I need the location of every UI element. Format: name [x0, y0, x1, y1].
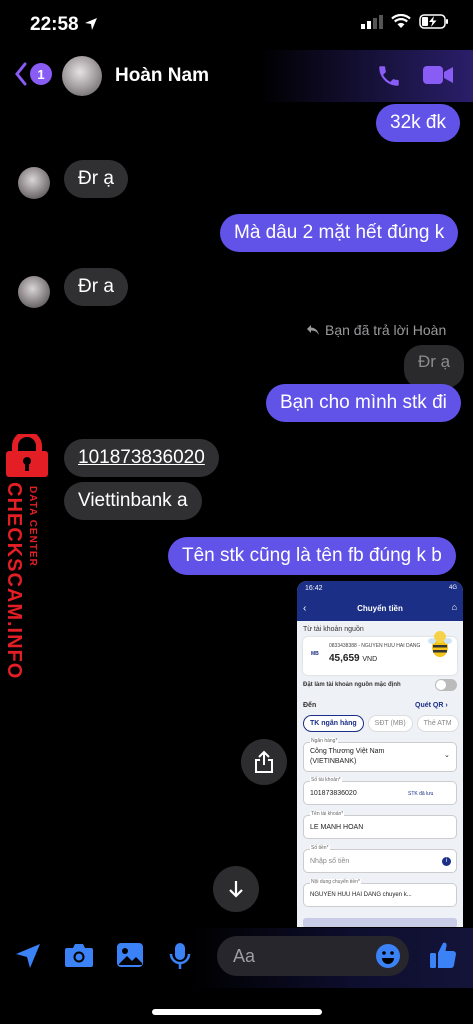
bank-code: (VIETINBANK) — [310, 758, 357, 765]
transfer-note-value: NGUYEN HUU HAI DANG chuyen k... — [310, 892, 412, 898]
sender-avatar[interactable] — [18, 167, 50, 199]
phone-icon — [379, 66, 399, 86]
account-number-value: 101873836020 — [310, 790, 357, 797]
scroll-to-bottom-button[interactable] — [213, 866, 259, 912]
message-incoming[interactable]: Đr ạ — [64, 160, 128, 198]
amount-placeholder: Nhập số tiền — [310, 858, 350, 865]
share-button[interactable] — [241, 739, 287, 785]
padlock-icon — [6, 431, 48, 477]
tab-atm-card: Thẻ ATM — [416, 715, 459, 732]
image-icon — [117, 943, 143, 967]
currency: VND — [362, 656, 378, 663]
message-incoming[interactable]: Đr a — [64, 268, 128, 306]
padlock-logo — [4, 431, 50, 483]
microphone-icon — [169, 943, 191, 969]
mb-bank-logo: MB — [311, 651, 319, 657]
status-bar: 22:58 — [0, 0, 473, 50]
video-call-button[interactable] — [422, 64, 454, 91]
name-field-label: Tên tài khoản* — [310, 811, 345, 817]
unread-badge: 1 — [30, 63, 52, 85]
contact-avatar[interactable] — [62, 56, 102, 96]
bank-field: Ngân hàng* Công Thương Việt Nam (VIETINB… — [303, 738, 457, 772]
account-name-value: LE MANH HOAN — [310, 824, 364, 831]
voice-button[interactable] — [168, 942, 192, 975]
battery-charging-icon — [419, 14, 448, 29]
bank-home-icon: ⌂ — [451, 602, 457, 612]
account-field-label: Số tài khoản* — [310, 777, 342, 783]
location-arrow-icon — [16, 944, 40, 968]
sender-avatar[interactable] — [18, 276, 50, 308]
message-outgoing[interactable]: Tên stk cũng là tên fb đúng k b — [168, 537, 456, 575]
video-camera-icon — [423, 66, 453, 84]
gallery-button[interactable] — [116, 942, 144, 973]
bank-name: Công Thương Việt Nam — [310, 748, 385, 755]
arrow-down-icon — [229, 881, 243, 898]
home-indicator — [152, 1009, 322, 1015]
contact-name[interactable]: Hoàn Nam — [115, 65, 209, 87]
saved-accounts-link: STK đã lưu — [408, 791, 434, 797]
amount-field: Số tiền* Nhập số tiền i — [303, 845, 457, 873]
scan-qr-text: Quét QR — [415, 702, 444, 709]
bank-status-network: 4G — [448, 585, 457, 591]
continue-button-partial — [303, 918, 457, 927]
thumbs-up-icon — [430, 942, 456, 968]
to-label: Đến — [303, 702, 317, 709]
watermark-subtext: DATA CENTER — [27, 486, 38, 567]
signal-icon — [361, 14, 383, 29]
status-time: 22:58 — [30, 14, 98, 36]
info-icon: i — [442, 857, 451, 866]
source-account-card: MB 0833438388 - NGUYEN HUU HAI DANG 45,6… — [303, 631, 457, 675]
message-input[interactable]: Aa — [217, 936, 409, 976]
scan-qr-link: Quét QR › — [415, 702, 448, 709]
account-number-link[interactable]: 101873836020 — [78, 447, 205, 468]
recipient-type-tabs: TK ngân hàng SĐT (MB) Thẻ ATM — [303, 715, 459, 732]
balance-value: 45,659 — [329, 653, 360, 664]
location-arrow-icon — [84, 18, 97, 30]
default-account-label: Đặt làm tài khoản nguồn mặc định — [303, 682, 401, 688]
wifi-icon — [391, 14, 411, 28]
tab-phone: SĐT (MB) — [367, 715, 413, 732]
transfer-note-field: Nội dung chuyển tiền* NGUYEN HUU HAI DAN… — [303, 879, 457, 907]
default-account-toggle — [435, 679, 457, 691]
amount-field-label: Số tiền* — [310, 845, 330, 851]
bank-screen-title: Chuyển tiền — [357, 604, 403, 613]
account-name-field: Tên tài khoản* LE MANH HOAN — [303, 811, 457, 839]
chevron-left-icon — [15, 62, 27, 86]
message-incoming[interactable]: Viettinbank a — [64, 482, 202, 520]
clock: 22:58 — [30, 14, 79, 35]
camera-icon — [65, 944, 93, 967]
balance: 45,659 VND — [329, 653, 377, 664]
like-button[interactable] — [428, 940, 458, 975]
bank-field-label: Ngân hàng* — [310, 738, 339, 744]
chat-header: 1 Hoàn Nam — [0, 50, 473, 102]
emoji-icon[interactable] — [375, 943, 401, 969]
quoted-message[interactable]: Đr ạ — [404, 345, 465, 388]
back-button[interactable]: 1 — [14, 62, 52, 86]
note-field-label: Nội dung chuyển tiền* — [310, 879, 361, 885]
message-outgoing[interactable]: Bạn cho mình stk đi — [266, 384, 461, 422]
message-outgoing[interactable]: 32k đk — [376, 104, 460, 142]
bee-mascot-icon — [428, 631, 452, 657]
source-account: 0833438388 - NGUYEN HUU HAI DANG — [329, 643, 421, 649]
dropdown-chevron-icon: ⌄ — [444, 752, 450, 759]
shared-image[interactable]: 16:42 4G ‹ Chuyển tiền ⌂ Từ tài khoản ng… — [297, 581, 463, 927]
message-composer: Aa — [0, 928, 473, 988]
share-icon — [255, 750, 273, 773]
message-outgoing[interactable]: Mà dâu 2 mặt hết đúng k — [220, 214, 459, 252]
reply-indicator: Bạn đã trả lời Hoàn — [306, 322, 446, 338]
phone-call-button[interactable] — [376, 63, 402, 94]
bank-status-time: 16:42 — [305, 585, 323, 592]
account-number-field: Số tài khoản* 101873836020 STK đã lưu — [303, 777, 457, 805]
message-input-placeholder: Aa — [233, 946, 256, 966]
from-account-label: Từ tài khoản nguồn — [303, 626, 364, 633]
location-button[interactable] — [14, 942, 42, 975]
bank-app-header: 16:42 4G ‹ Chuyển tiền ⌂ — [297, 581, 463, 621]
reply-arrow-icon — [307, 325, 319, 335]
watermark-text: CHECKSCAM.INFO — [3, 482, 25, 680]
reply-note-text: Bạn đã trả lời Hoàn — [325, 322, 447, 338]
message-incoming-account-number[interactable]: 101873836020 — [64, 439, 219, 477]
camera-button[interactable] — [64, 942, 94, 973]
tab-bank-account: TK ngân hàng — [303, 715, 364, 732]
